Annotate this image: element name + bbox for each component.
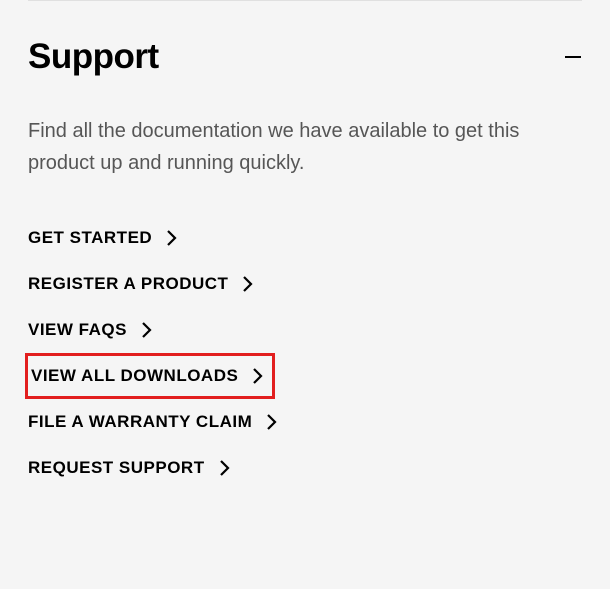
link-request-support[interactable]: REQUEST SUPPORT bbox=[28, 445, 231, 491]
chevron-right-icon bbox=[166, 229, 178, 247]
chevron-right-icon bbox=[219, 459, 231, 477]
chevron-right-icon bbox=[266, 413, 278, 431]
link-label: REGISTER A PRODUCT bbox=[28, 274, 228, 294]
chevron-right-icon bbox=[242, 275, 254, 293]
link-view-all-downloads[interactable]: VIEW ALL DOWNLOADS bbox=[25, 353, 275, 399]
link-get-started[interactable]: GET STARTED bbox=[28, 215, 178, 261]
minus-icon bbox=[564, 48, 582, 66]
support-link-list: GET STARTED REGISTER A PRODUCT VIEW FAQS… bbox=[28, 215, 582, 491]
link-label: VIEW FAQS bbox=[28, 320, 127, 340]
link-register-product[interactable]: REGISTER A PRODUCT bbox=[28, 261, 254, 307]
chevron-right-icon bbox=[141, 321, 153, 339]
link-label: VIEW ALL DOWNLOADS bbox=[31, 366, 238, 386]
section-title: Support bbox=[28, 37, 159, 77]
chevron-right-icon bbox=[252, 367, 264, 385]
section-description: Find all the documentation we have avail… bbox=[28, 115, 582, 179]
link-label: GET STARTED bbox=[28, 228, 152, 248]
link-file-warranty-claim[interactable]: FILE A WARRANTY CLAIM bbox=[28, 399, 278, 445]
link-view-faqs[interactable]: VIEW FAQS bbox=[28, 307, 153, 353]
link-label: FILE A WARRANTY CLAIM bbox=[28, 412, 252, 432]
section-header-toggle[interactable]: Support bbox=[28, 1, 582, 97]
link-label: REQUEST SUPPORT bbox=[28, 458, 205, 478]
